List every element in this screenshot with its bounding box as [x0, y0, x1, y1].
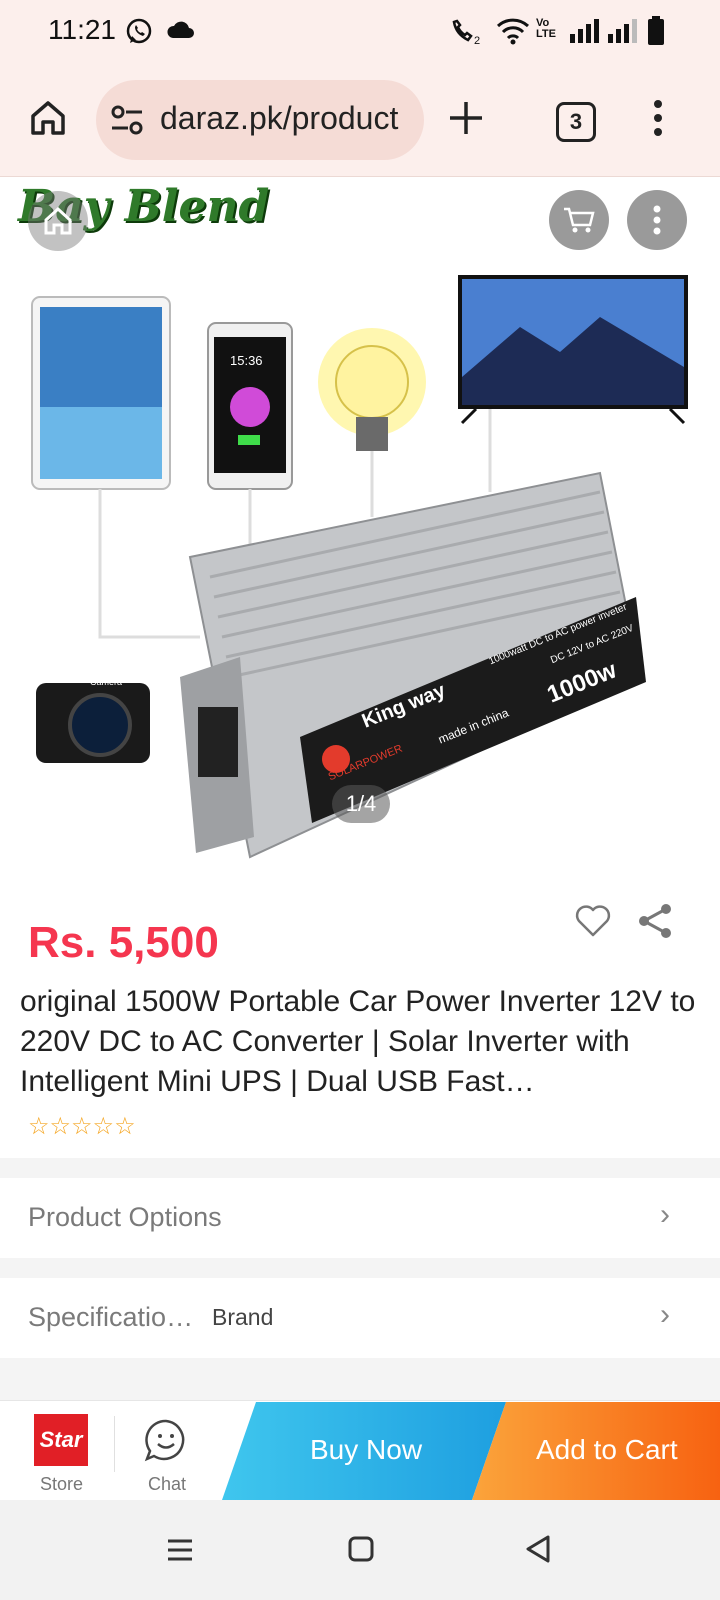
- buy-now-label: Buy Now: [310, 1434, 423, 1465]
- chat-icon: [144, 1419, 185, 1462]
- signal-icon: [570, 19, 599, 43]
- volte-icon: Vo LTE: [536, 17, 556, 40]
- wifi-call-icon: 2: [452, 19, 480, 46]
- specifications-row[interactable]: Specificatio… Brand ›: [0, 1278, 720, 1358]
- image-pager: 1/4: [332, 785, 390, 823]
- specifications-label: Specificatio…: [28, 1302, 194, 1332]
- site-settings-icon[interactable]: [110, 104, 144, 136]
- product-options-row[interactable]: Product Options ›: [0, 1178, 720, 1258]
- section-divider: [0, 1358, 720, 1400]
- image-phone-time: 15:36: [230, 353, 263, 368]
- gallery-cart-button[interactable]: [549, 190, 609, 250]
- recent-apps-icon[interactable]: [166, 1538, 194, 1562]
- store-label: Store: [40, 1474, 84, 1494]
- product-price: Rs. 5,500: [28, 918, 219, 967]
- cart-icon: [564, 207, 595, 233]
- divider: [114, 1416, 115, 1472]
- buy-now-button[interactable]: Buy Now: [222, 1402, 506, 1500]
- tab-switcher-button[interactable]: 3: [556, 102, 596, 142]
- new-tab-icon[interactable]: [448, 100, 484, 136]
- battery-icon: [648, 16, 664, 45]
- svg-text:2: 2: [474, 35, 480, 46]
- product-image-gallery[interactable]: King way 1000watt DC to AC power inveter…: [0, 177, 720, 895]
- chevron-right-icon: ›: [660, 1298, 670, 1331]
- back-nav-icon[interactable]: [524, 1534, 552, 1564]
- image-camera-label: Camera: [90, 677, 123, 687]
- chat-button[interactable]: Chat: [122, 1404, 214, 1500]
- heart-icon[interactable]: [574, 904, 612, 938]
- home-icon: [44, 206, 72, 235]
- star-icon: ☆: [92, 1113, 115, 1140]
- store-button[interactable]: Star Store: [14, 1404, 110, 1500]
- whatsapp-icon: [126, 18, 152, 44]
- signal-icon: [608, 19, 637, 43]
- chevron-right-icon: ›: [660, 1198, 670, 1231]
- share-icon[interactable]: [636, 902, 674, 940]
- star-icon: ☆: [28, 1113, 50, 1140]
- browser-toolbar: daraz.pk/product 3: [0, 64, 720, 177]
- system-navigation-bar: [0, 1500, 720, 1600]
- add-to-cart-button[interactable]: Add to Cart: [470, 1402, 720, 1500]
- gallery-more-button[interactable]: [627, 190, 687, 250]
- wifi-icon: [496, 18, 530, 45]
- star-icon: ☆: [114, 1113, 136, 1140]
- status-bar: 11:21 2 Vo LTE: [0, 0, 720, 64]
- star-icon: ☆: [49, 1113, 72, 1140]
- more-menu-icon[interactable]: [648, 98, 668, 138]
- product-title: original 1500W Portable Car Power Invert…: [20, 985, 696, 1098]
- url-text[interactable]: daraz.pk/product: [160, 100, 398, 137]
- section-divider: [0, 1258, 720, 1278]
- address-bar[interactable]: daraz.pk/product: [96, 80, 424, 160]
- chat-label: Chat: [148, 1474, 187, 1494]
- home-nav-icon[interactable]: [348, 1536, 374, 1562]
- rating-stars: ☆☆☆☆☆: [28, 1112, 136, 1141]
- status-time: 11:21: [48, 14, 116, 45]
- specifications-value: Brand: [212, 1304, 274, 1330]
- add-to-cart-label: Add to Cart: [536, 1434, 678, 1465]
- cloud-icon: [167, 21, 194, 38]
- section-divider: [0, 1158, 720, 1178]
- gallery-home-button[interactable]: [28, 191, 88, 251]
- product-options-label: Product Options: [28, 1202, 222, 1232]
- home-icon[interactable]: [28, 98, 68, 138]
- more-menu-icon: [653, 205, 661, 235]
- star-icon: ☆: [71, 1113, 93, 1140]
- store-logo-icon: Star: [34, 1414, 88, 1466]
